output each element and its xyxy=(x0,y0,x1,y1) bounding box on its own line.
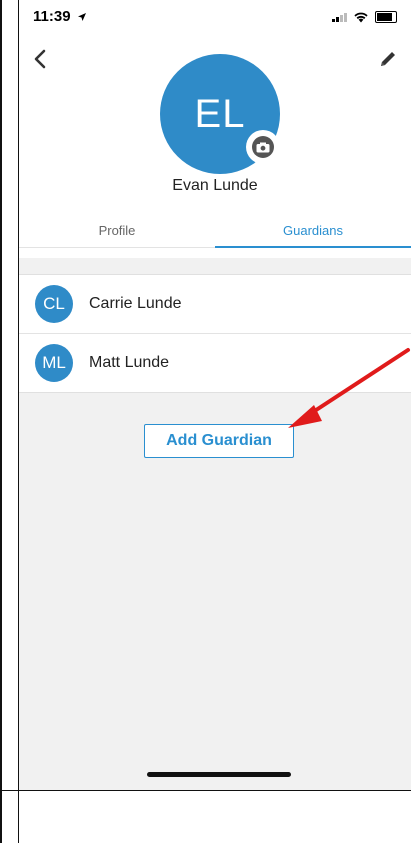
back-button[interactable] xyxy=(25,44,55,74)
profile-avatar-initials: EL xyxy=(194,91,246,136)
status-icons xyxy=(332,11,397,23)
status-time-text: 11:39 xyxy=(33,8,71,25)
guardians-panel: CL Carrie Lunde ML Matt Lunde Add Guardi… xyxy=(19,258,411,790)
guardian-avatar: CL xyxy=(35,285,73,323)
edit-button[interactable] xyxy=(373,44,403,74)
home-indicator[interactable] xyxy=(147,772,291,777)
wifi-icon xyxy=(354,12,368,23)
status-time: 11:39 xyxy=(33,8,87,25)
guardian-row[interactable]: CL Carrie Lunde xyxy=(19,275,411,334)
chevron-left-icon xyxy=(34,49,46,69)
status-bar: 11:39 xyxy=(19,0,411,36)
pencil-icon xyxy=(381,52,395,66)
location-arrow-icon xyxy=(77,13,86,22)
frame-bottom-border xyxy=(0,790,411,791)
frame-left-border xyxy=(0,0,2,843)
add-guardian-button[interactable]: Add Guardian xyxy=(144,424,294,458)
battery-icon xyxy=(375,11,397,23)
guardian-name: Matt Lunde xyxy=(89,354,170,371)
guardian-list: CL Carrie Lunde ML Matt Lunde xyxy=(19,274,411,393)
guardian-row[interactable]: ML Matt Lunde xyxy=(19,334,411,392)
cellular-signal-icon xyxy=(332,12,347,22)
guardian-name: Carrie Lunde xyxy=(89,295,182,312)
tab-profile[interactable]: Profile xyxy=(19,214,215,248)
change-photo-button[interactable] xyxy=(246,130,280,164)
tab-bar: Profile Guardians xyxy=(19,214,411,248)
camera-icon xyxy=(252,136,274,158)
profile-name: Evan Lunde xyxy=(172,177,258,194)
phone-screen: 11:39 EL Evan Lunde Profile Guardians CL… xyxy=(19,0,411,790)
tab-guardians[interactable]: Guardians xyxy=(215,214,411,248)
guardian-avatar: ML xyxy=(35,344,73,382)
